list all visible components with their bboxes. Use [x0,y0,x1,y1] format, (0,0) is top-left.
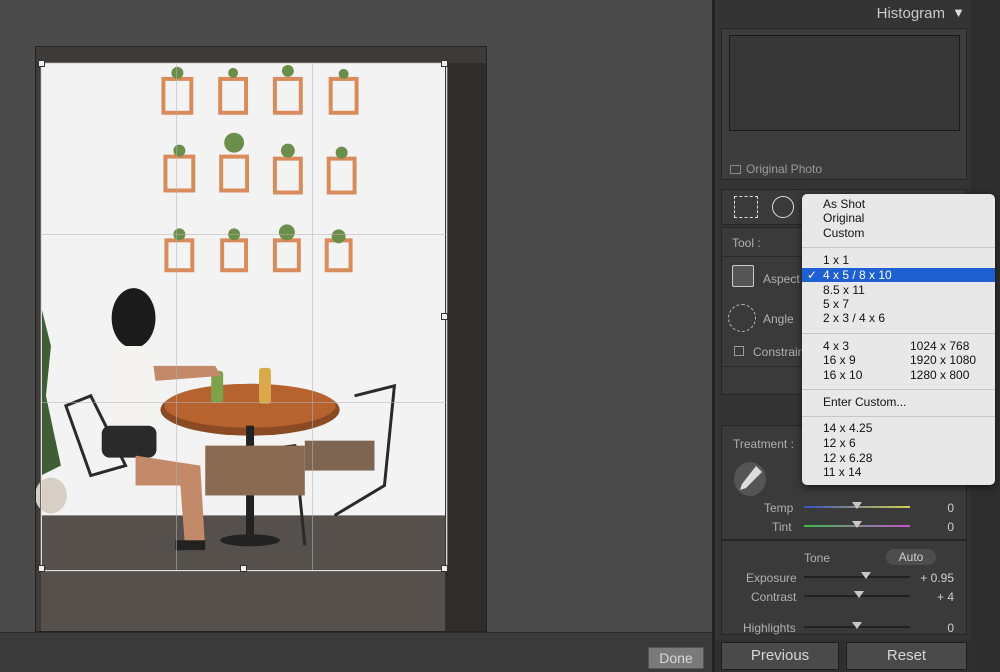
original-photo-label: Original Photo [746,162,823,176]
bottom-toolbar: Done [0,632,712,672]
constrain-checkbox[interactable] [734,346,744,356]
menu-item-4x3[interactable]: 4 x 3 1024 x 768 [802,339,995,353]
menu-item-enter-custom[interactable]: Enter Custom... [802,395,995,409]
menu-item-14x4-25[interactable]: 14 x 4.25 [802,421,995,435]
collapse-triangle-icon[interactable]: ▼ [952,5,965,20]
menu-item-16x9[interactable]: 16 x 9 1920 x 1080 [802,353,995,367]
done-button[interactable]: Done [648,647,704,669]
histogram-title: Histogram [876,5,945,22]
tone-label: Tone [804,551,831,565]
exposure-label: Exposure [746,571,797,585]
temp-label: Temp [764,501,794,515]
contrast-value[interactable]: + 4 [906,590,954,604]
menu-item-8-5x11[interactable]: 8.5 x 11 [802,283,995,297]
menu-item-5x7[interactable]: 5 x 7 [802,297,995,311]
constrain-label: Constrain [753,345,805,359]
panel-bottom-bar: Previous Reset [715,640,973,672]
original-photo-toggle[interactable]: Original Photo [730,162,822,176]
reset-button[interactable]: Reset [846,642,967,670]
crop-grid-line [312,64,313,570]
white-balance-eyedropper-icon[interactable] [734,462,766,496]
aspect-label: Aspect [763,272,800,286]
aspect-ratio-menu[interactable]: As Shot Original Custom 1 x 1 ✓ 4 x 5 / 8… [802,194,995,485]
menu-item-2x3[interactable]: 2 x 3 / 4 x 6 [802,311,995,325]
tint-label: Tint [772,520,792,534]
menu-separator [802,389,995,390]
menu-item-custom[interactable]: Custom [802,226,995,240]
spot-removal-tool-icon[interactable] [772,196,794,218]
crop-overlay-tool-icon[interactable] [734,196,758,218]
aspect-lock-icon[interactable] [732,265,754,287]
contrast-label: Contrast [751,590,797,604]
menu-item-4x5[interactable]: ✓ 4 x 5 / 8 x 10 [802,268,995,282]
menu-item-12x6-28[interactable]: 12 x 6.28 [802,451,995,465]
menu-separator [802,333,995,334]
highlights-value[interactable]: 0 [922,621,954,635]
menu-item-16x10[interactable]: 16 x 10 1280 x 800 [802,368,995,382]
auto-tone-button[interactable]: Auto [886,549,936,565]
photo[interactable] [35,46,487,632]
basic-panel-tone: Tone Auto Exposure + 0.95 Contrast + 4 H… [721,540,967,635]
menu-separator [802,247,995,248]
checkbox[interactable] [730,165,741,174]
straighten-tool-icon[interactable] [728,304,756,332]
crop-handle-bottom-right[interactable] [441,565,448,572]
menu-separator [802,416,995,417]
exposure-value[interactable]: + 0.95 [906,571,954,585]
tint-value[interactable]: 0 [922,520,954,534]
tool-label: Tool : [732,236,761,250]
crop-handle-right[interactable] [441,313,448,320]
menu-item-1x1[interactable]: 1 x 1 [802,253,995,267]
photo-canvas[interactable] [0,0,712,632]
crop-handle-top-left[interactable] [38,60,45,67]
previous-button[interactable]: Previous [721,642,839,670]
crop-grid-line [42,402,446,403]
treatment-label: Treatment : [733,437,794,451]
histogram-panel: Original Photo [721,28,967,180]
crop-grid-line [176,64,177,570]
histogram-header[interactable]: Histogram ▼ [715,0,973,26]
menu-item-12x6[interactable]: 12 x 6 [802,436,995,450]
histogram-graph [729,35,960,131]
menu-item-original[interactable]: Original [802,211,995,225]
crop-handle-bottom[interactable] [240,565,247,572]
crop-grid-line [42,234,446,235]
crop-handle-bottom-left[interactable] [38,565,45,572]
angle-label: Angle [763,312,794,326]
temp-value[interactable]: 0 [922,501,954,515]
highlights-label: Highlights [743,621,796,635]
eyedropper-icon [740,466,762,490]
menu-item-11x14[interactable]: 11 x 14 [802,465,995,479]
menu-item-as-shot[interactable]: As Shot [802,197,995,211]
crop-frame[interactable] [40,62,448,572]
lightroom-window: Done Histogram ▼ Original Photo Tool : A… [0,0,1000,672]
crop-handle-top-right[interactable] [441,60,448,67]
checkmark-icon: ✓ [807,268,818,282]
